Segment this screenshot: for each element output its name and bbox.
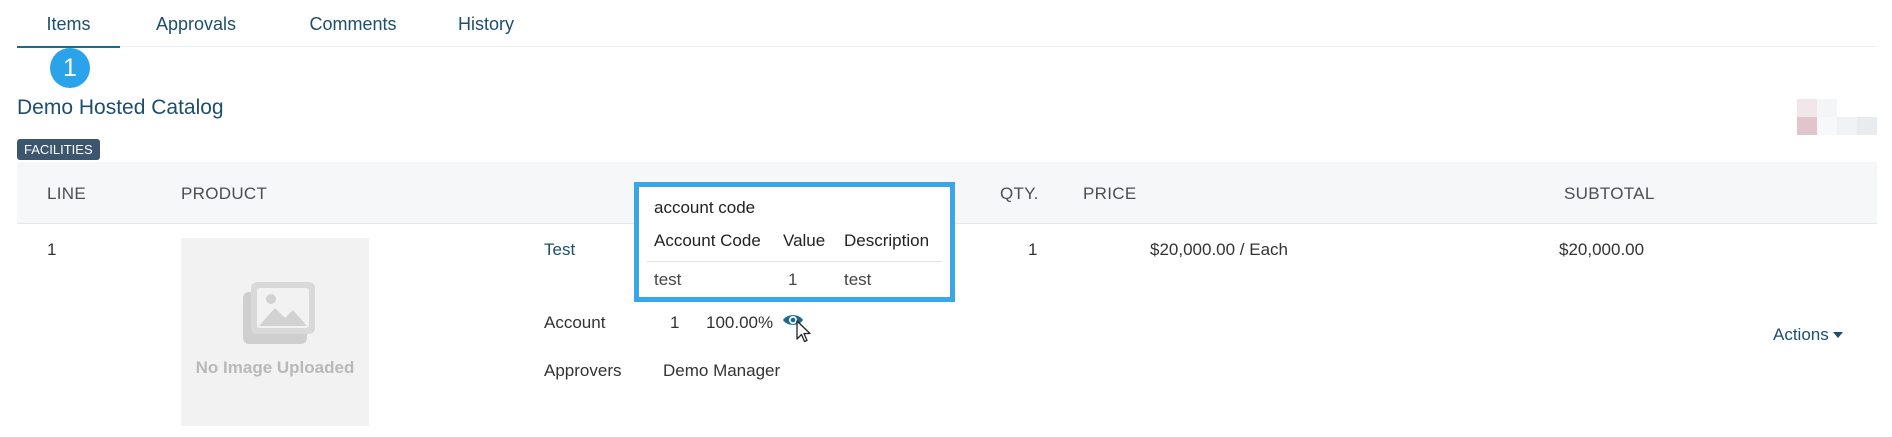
column-header-subtotal: SUBTOTAL [1564,184,1655,203]
approvers-label: Approvers [544,361,622,380]
account-count: 1 [670,313,680,332]
column-header-price: PRICE [1083,184,1137,203]
account-code-popover: account code Account Code Value Descript… [634,182,955,302]
popover-column-value: Value [783,231,826,250]
product-link[interactable]: Test [544,240,575,260]
step-number-badge: 1 [50,48,90,88]
popover-divider [647,261,942,262]
popover-cell-description: test [844,270,872,289]
catalog-title: Demo Hosted Catalog [17,96,224,119]
image-placeholder-icon [243,282,315,344]
popover-column-description: Description [844,231,930,250]
column-header-product: PRODUCT [181,184,268,203]
tab-bar: Items Approvals Comments History [17,0,1877,48]
mouse-cursor-icon [796,320,811,343]
popover-column-account-code: Account Code [654,231,761,250]
tab-approvals[interactable]: Approvals [144,0,248,47]
tab-comments[interactable]: Comments [293,0,413,47]
quantity-value: 1 [1028,240,1038,259]
popover-cell-value: 1 [788,270,798,289]
line-number: 1 [47,240,57,259]
popover-title: account code [654,198,756,217]
tab-history[interactable]: History [441,0,531,47]
column-header-qty: QTY. [1000,184,1039,203]
popover-cell-account-code: test [654,270,682,289]
approvers-value: Demo Manager [663,361,781,380]
column-header-line: LINE [47,184,86,203]
caret-down-icon [1832,332,1843,338]
no-image-label: No Image Uploaded [195,358,355,377]
supplier-logo [1797,99,1877,135]
product-image-placeholder: No Image Uploaded [181,238,369,426]
account-label: Account [544,313,606,332]
department-badge: FACILITIES [17,139,100,160]
account-percent: 100.00% [706,313,774,332]
actions-dropdown[interactable]: Actions [1773,325,1843,345]
price-value: $20,000.00 / Each [1150,240,1289,259]
actions-label: Actions [1773,325,1829,344]
subtotal-value: $20,000.00 [1559,240,1645,259]
tab-items[interactable]: Items [17,0,120,48]
